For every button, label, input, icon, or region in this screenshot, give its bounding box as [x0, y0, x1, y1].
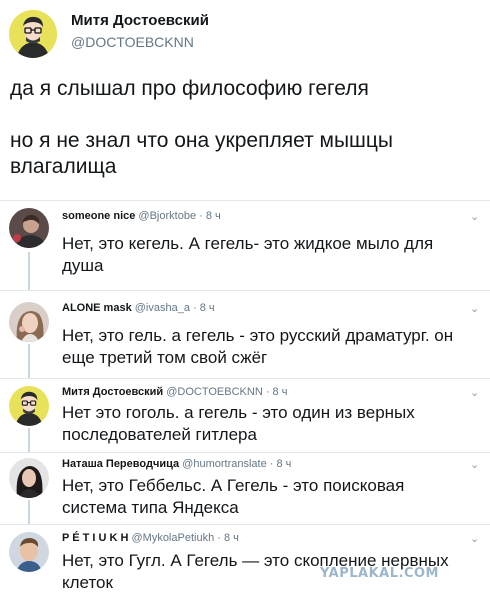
reply-header: Митя Достоевский @DOCTOEBCKNN · 8 ч: [62, 386, 287, 398]
person-photo-icon[interactable]: [9, 208, 49, 248]
cartoon-man-glasses-icon[interactable]: [9, 10, 57, 58]
reply-meta: @ivasha_a · 8 ч: [134, 302, 215, 314]
divider: [0, 200, 490, 201]
reply-meta: @MykolaPetiukh · 8 ч: [131, 532, 239, 544]
reply-text: Нет, это Геббельс. А Гегель - это поиско…: [62, 476, 405, 517]
reply-author-name[interactable]: ALONE mask: [62, 302, 132, 314]
reply-header: ALONE mask @ivasha_a · 8 ч: [62, 302, 215, 314]
reply-text: Нет это гоголь. а гегель - это один из в…: [62, 403, 415, 444]
cartoon-man-glasses-icon[interactable]: [9, 386, 49, 426]
reply-meta: @humortranslate · 8 ч: [182, 458, 292, 470]
main-tweet: Митя Достоевский @DOCTOEBCKNN да я слыша…: [0, 0, 490, 200]
reply-tweet: Наташа Переводчица @humortranslate · 8 ч…: [0, 454, 490, 524]
reply-tweet: someone nice @Bjorktobe · 8 ч ⌄ Нет, это…: [0, 206, 490, 290]
reply-header: someone nice @Bjorktobe · 8 ч: [62, 210, 221, 222]
divider: [0, 290, 490, 291]
divider: [0, 524, 490, 525]
main-author-handle[interactable]: @DOCTOEBCKNN: [71, 34, 194, 50]
reply-text: Нет, это кегель. А гегель- это жидкое мы…: [62, 234, 434, 275]
reply-author-name[interactable]: Митя Достоевский: [62, 386, 163, 398]
reply-text: Нет, это гель. а гегель - это русский др…: [62, 326, 454, 367]
woman-photo-icon[interactable]: [9, 458, 49, 498]
main-author-name[interactable]: Митя Достоевский: [71, 12, 209, 29]
reply-header: Наташа Переводчица @humortranslate · 8 ч: [62, 458, 291, 470]
main-tweet-text: да я слышал про философию гегеля но я не…: [10, 77, 394, 178]
watermark: YAPLAKAL.COM: [320, 566, 439, 581]
divider: [0, 378, 490, 379]
reply-author-name[interactable]: someone nice: [62, 210, 135, 222]
chevron-down-icon[interactable]: ⌄: [470, 302, 479, 315]
reply-meta: @DOCTOEBCKNN · 8 ч: [166, 386, 288, 398]
reply-tweet: P É T I U K H @MykolaPetiukh · 8 ч ⌄ Нет…: [0, 526, 490, 604]
divider: [0, 452, 490, 453]
reply-meta: @Bjorktobe · 8 ч: [138, 210, 221, 222]
chevron-down-icon[interactable]: ⌄: [470, 532, 479, 545]
reply-tweet: Митя Достоевский @DOCTOEBCKNN · 8 ч ⌄ Не…: [0, 382, 490, 452]
reply-tweet: ALONE mask @ivasha_a · 8 ч ⌄ Нет, это ге…: [0, 296, 490, 378]
boy-photo-icon[interactable]: [9, 532, 49, 572]
reply-author-name[interactable]: P É T I U K H: [62, 532, 128, 544]
chevron-down-icon[interactable]: ⌄: [470, 458, 479, 471]
chevron-down-icon[interactable]: ⌄: [470, 386, 479, 399]
reply-header: P É T I U K H @MykolaPetiukh · 8 ч: [62, 532, 239, 544]
chevron-down-icon[interactable]: ⌄: [470, 210, 479, 223]
girl-photo-icon[interactable]: [9, 302, 49, 342]
reply-author-name[interactable]: Наташа Переводчица: [62, 458, 179, 470]
